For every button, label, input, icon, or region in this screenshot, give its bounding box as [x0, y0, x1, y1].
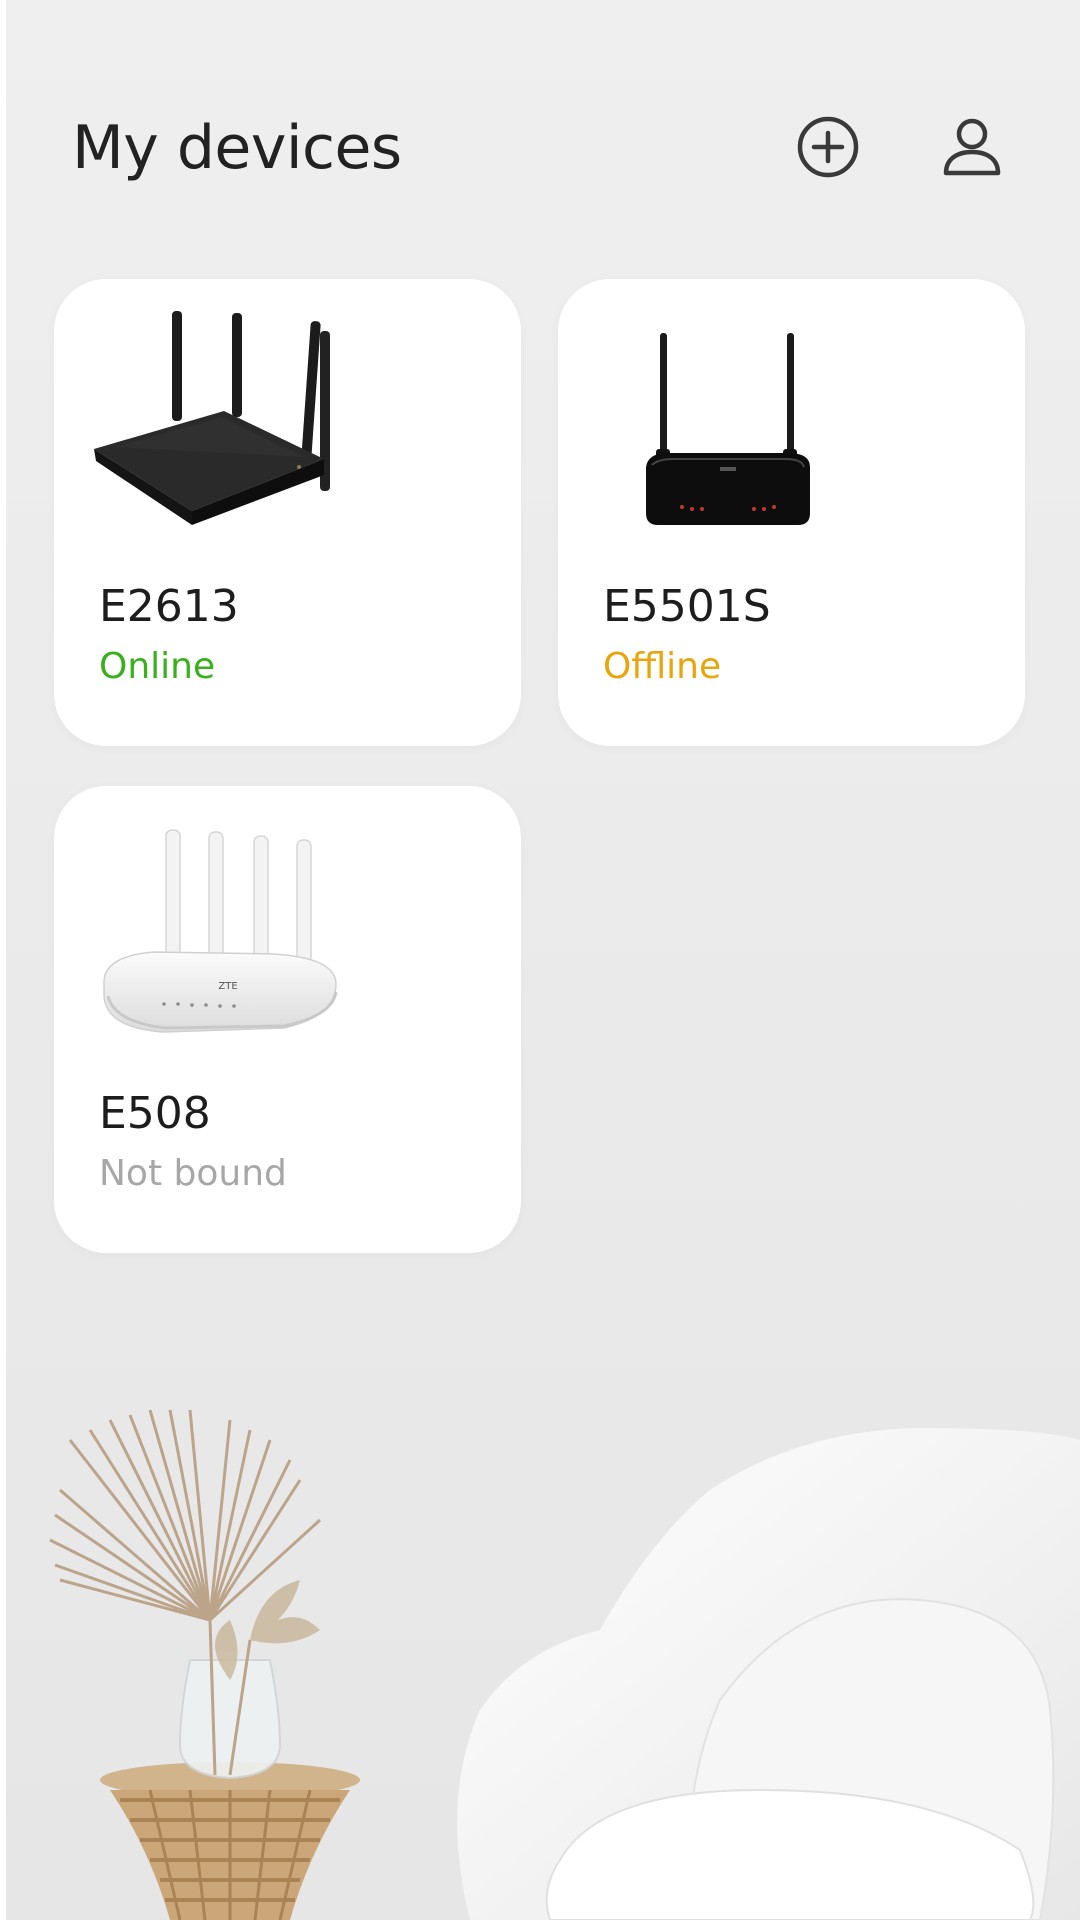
device-status: Not bound [99, 1153, 287, 1194]
device-card-e5501s[interactable]: E5501S Offline [558, 279, 1025, 746]
black-router-two-antennas-image [646, 333, 810, 525]
svg-text:ZTE: ZTE [218, 981, 237, 992]
plus-circle-icon [797, 116, 859, 178]
black-router-four-antennas-image [94, 311, 330, 525]
device-name: E5501S [603, 581, 771, 632]
user-icon [943, 118, 1001, 176]
device-name: E508 [99, 1088, 211, 1139]
room-scene-illustration [49, 1409, 1080, 1920]
device-status: Online [99, 646, 216, 687]
add-device-button[interactable] [793, 112, 863, 182]
wicker-table-icon [100, 1762, 360, 1920]
white-router-four-antennas-image: ZTE [103, 829, 338, 1033]
page-title: My devices [72, 113, 402, 183]
device-card-e2613[interactable]: E2613 Online [54, 279, 521, 746]
profile-button[interactable] [937, 112, 1007, 182]
device-card-e508[interactable]: ZTE E508 Not bound [54, 786, 521, 1253]
device-name: E2613 [99, 581, 239, 632]
device-status: Offline [603, 646, 722, 687]
